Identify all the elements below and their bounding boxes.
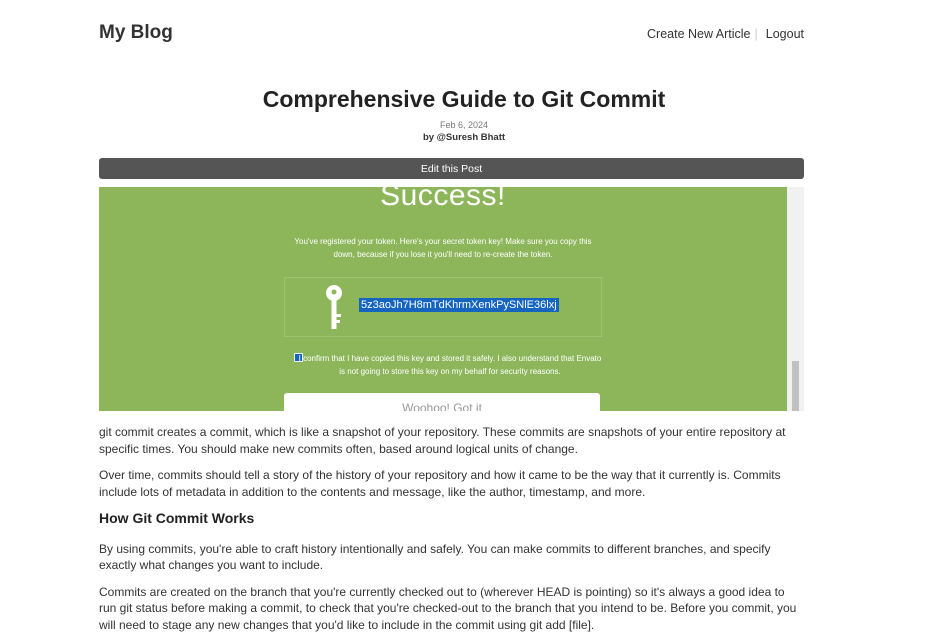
post-paragraph: git commit creates a commit, which is li… — [99, 425, 786, 456]
post-subheading: How Git Commit Works — [99, 510, 255, 526]
site-header: My Blog Create New Article | Logout — [99, 22, 804, 48]
post-author: by @Suresh Bhatt — [422, 132, 506, 143]
image-info-text: You've registered your token. Here's you… — [294, 237, 592, 259]
image-scroll-thumb — [792, 361, 799, 411]
image-confirm-text: I confirm that I have copied this key an… — [298, 354, 602, 376]
image-token-box: 5z3aoJh7H8mTdKhrmXenkPySNlE36lxj — [284, 277, 602, 337]
post-paragraph: Commits are created on the branch that y… — [99, 584, 797, 632]
post-paragraph: Over time, commits should tell a story o… — [99, 468, 781, 499]
image-token-text: 5z3aoJh7H8mTdKhrmXenkPySNlE36lxj — [359, 298, 559, 312]
logout-link[interactable]: Logout — [766, 27, 804, 41]
key-icon — [326, 285, 342, 329]
image-woohoo-button: Woohoo! Got it — [284, 393, 600, 411]
post-date: Feb 6, 2024 — [439, 120, 489, 130]
post-body: git commit creates a commit, which is li… — [99, 424, 804, 643]
nav-links: Create New Article | Logout — [639, 27, 804, 41]
image-success-heading: Success! — [380, 187, 506, 212]
nav-separator: | — [754, 27, 758, 41]
create-article-link[interactable]: Create New Article — [647, 27, 751, 41]
image-scrollbar — [787, 187, 804, 411]
blog-brand-link[interactable]: My Blog — [99, 22, 173, 44]
post-paragraph: By using commits, you're able to craft h… — [99, 541, 771, 573]
edit-post-button[interactable]: Edit this Post — [99, 158, 804, 179]
post-image: Success! You've registered your token. H… — [99, 187, 804, 411]
post-title: Comprehensive Guide to Git Commit — [262, 86, 666, 112]
